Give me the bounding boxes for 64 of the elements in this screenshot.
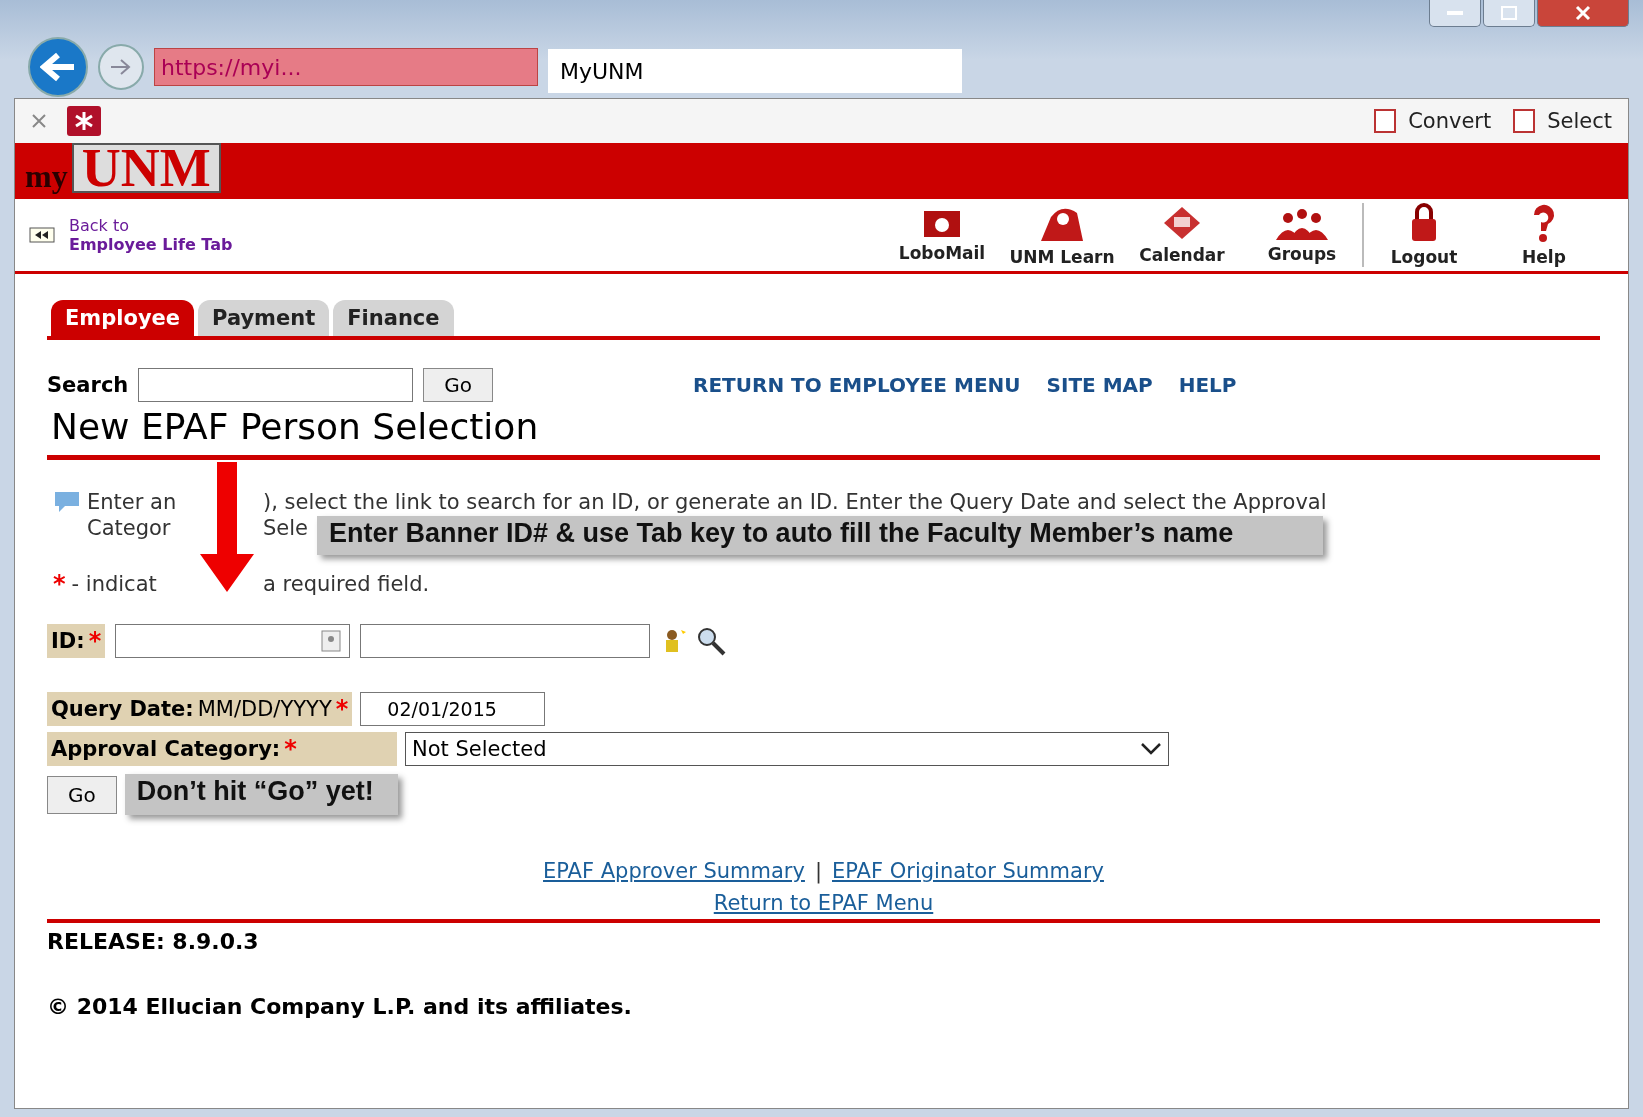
tab[interactable]: Payment [198, 300, 330, 336]
callout: Don’t hit “Go” yet! [124, 774, 398, 815]
close-icon [1575, 5, 1591, 21]
back-arrow-icon [40, 52, 76, 82]
search-label: Search [47, 373, 129, 397]
field-label: Approval Category: * [47, 732, 397, 766]
minimize-button[interactable] [1429, 0, 1481, 27]
logo-prefix: my [24, 158, 69, 196]
required-note: - indicat [71, 572, 157, 596]
page-heading: New EPAF Person Selection [47, 402, 1600, 460]
instruction-text: Categor [87, 516, 171, 540]
contact-icon [321, 630, 342, 652]
nav-button[interactable]: UNM Learn [1002, 203, 1122, 267]
footer-link[interactable]: Return to EPAF Menu [713, 891, 934, 915]
name-field[interactable] [360, 624, 651, 658]
back-button[interactable] [28, 37, 88, 97]
close-icon[interactable] [31, 113, 47, 129]
nav-button[interactable]: Calendar [1122, 205, 1242, 265]
instruction-text: Sele [263, 516, 308, 540]
category-dropdown[interactable]: Not Selected [405, 732, 1169, 766]
nav-button[interactable]: LoboMail [882, 207, 1002, 263]
date-field[interactable]: 02/01/2015 [360, 692, 546, 726]
release-text: RELEASE: 8.9.0.3 [47, 929, 260, 954]
rewind-icon [29, 227, 55, 243]
menu-link[interactable]: RETURN TO EMPLOYEE MENU [693, 373, 1021, 397]
close-button[interactable] [1537, 0, 1629, 27]
required-note: a required field. [263, 572, 430, 596]
callout: Enter Banner ID# & use Tab key to auto fill the Faculty Member’s name [317, 516, 1324, 555]
chevron-icon [1140, 742, 1162, 756]
tab[interactable]: Employee [51, 300, 195, 336]
back-link[interactable]: Back to Employee Life Tab [69, 216, 233, 254]
go-button[interactable]: Go [47, 775, 117, 814]
tab[interactable]: Finance [333, 300, 454, 336]
nav-button[interactable]: Groups [1242, 206, 1362, 264]
minimize-icon [1447, 11, 1463, 15]
required-mark: * [53, 570, 66, 598]
field-label: Query Date: MM/DD/YYYY * [47, 692, 353, 726]
search-icon[interactable] [696, 626, 727, 656]
groups-icon [1274, 206, 1330, 240]
field-label: ID: * [47, 624, 106, 658]
forward-button[interactable] [98, 44, 144, 90]
menu-link[interactable]: SITE MAP [1046, 373, 1153, 397]
instruction-text: Enter an [87, 490, 177, 514]
nav-button[interactable]: Help [1484, 203, 1604, 267]
toolbar-button[interactable]: Select [1547, 109, 1612, 133]
go-button[interactable]: Go [423, 368, 494, 402]
menu-link[interactable]: HELP [1178, 373, 1237, 397]
forward-arrow-icon [109, 57, 133, 77]
instruction-text: ), select the link to search for an ID, or generate an ID. Enter the Query Date and select the Approval [263, 490, 1327, 514]
toolbar-button[interactable]: Convert [1408, 109, 1492, 133]
footer-link[interactable]: EPAF Approver Summary [543, 859, 805, 883]
id-field[interactable] [115, 624, 351, 658]
search-field[interactable] [138, 368, 414, 402]
browser-tab[interactable]: MyUNM [548, 49, 962, 93]
separator: | [814, 859, 822, 883]
maximize-button[interactable] [1483, 0, 1535, 27]
footer-link[interactable]: EPAF Originator Summary [832, 859, 1104, 883]
nav-button[interactable]: Logout [1362, 203, 1484, 267]
arrow-icon [200, 462, 254, 592]
logo: UNM [71, 143, 221, 193]
asterisk-icon[interactable] [67, 106, 101, 136]
maximize-icon [1501, 6, 1517, 20]
copyright-text: © 2014 Ellucian Company L.P. and its affiliates. [47, 994, 633, 1019]
comment-icon [53, 490, 81, 514]
